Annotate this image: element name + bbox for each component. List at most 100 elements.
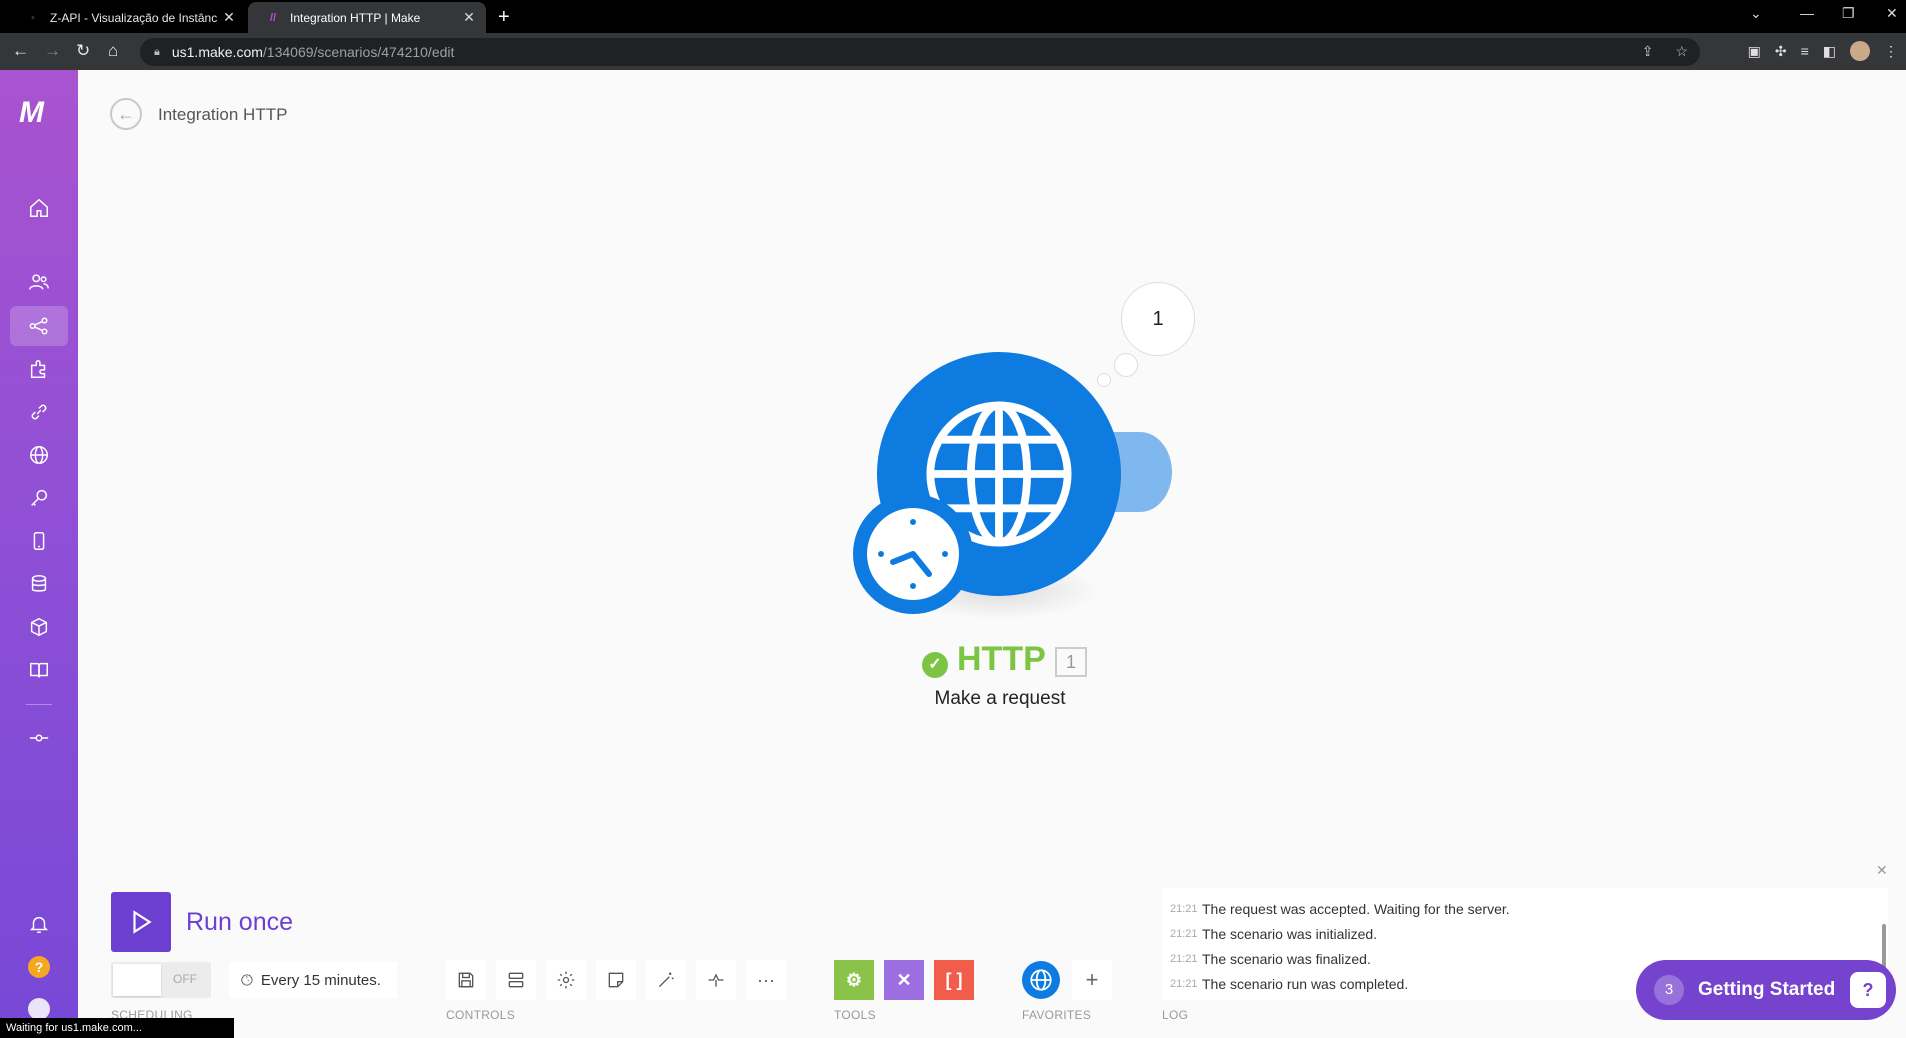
notes-button[interactable] [596,960,636,1000]
sidebar-item-devices[interactable] [10,521,68,561]
menu-kebab-icon[interactable]: ⋮ [1884,43,1898,60]
schedule-clock-icon[interactable] [853,494,973,614]
side-panel-icon[interactable]: ◧ [1823,43,1836,60]
webhooks-icon [30,446,48,464]
scenarios-icon [29,317,48,335]
log-message: The scenario run was completed. [1202,975,1409,992]
run-once-label[interactable]: Run once [186,908,293,937]
flow-control-icon [29,734,49,742]
sidebar-item-notifications[interactable] [10,904,68,944]
schedule-settings-button[interactable]: 🕓︎ Every 15 minutes. [229,962,397,998]
restore-button[interactable]: ❐ [1842,5,1855,22]
explain-flow-button[interactable] [696,960,736,1000]
new-tab-button[interactable]: + [498,6,510,29]
help-icon[interactable]: ? [28,956,50,978]
extension-icons: ▣ ✣ ≡ ◧ ⋮ [1748,41,1898,61]
sidebar-divider [26,704,52,705]
more-button[interactable]: ··· [746,960,786,1000]
scenario-settings-button[interactable] [546,960,586,1000]
schedule-label: Every 15 minutes. [260,971,381,989]
sidebar-item-home[interactable] [10,188,68,228]
magic-wand-icon [658,972,674,988]
sidebar-item-connections[interactable] [10,392,68,432]
datastores-icon [31,575,47,592]
minimize-button[interactable]: — [1800,5,1814,21]
datastructures-icon [30,617,48,637]
success-check-icon: ✓ [922,652,948,678]
make-logo[interactable]: M [19,96,59,129]
log-close-icon[interactable]: ✕ [1876,862,1888,879]
puzzle-icon[interactable]: ✣ [1775,43,1787,60]
text-parser-button[interactable]: [ ] [934,960,974,1000]
add-favorite-button[interactable]: + [1072,960,1112,1000]
tab-make[interactable]: // Integration HTTP | Make ✕ [248,2,486,33]
reload-icon[interactable]: ↻ [76,41,90,61]
sidebar-item-datastores[interactable] [10,564,68,604]
toggle-state: OFF [173,972,197,986]
clock-hands-icon [878,519,948,589]
main-sidebar: M ? [0,70,78,1038]
toggle-knob [113,964,161,996]
close-tab-icon[interactable]: ✕ [218,9,240,26]
bookmark-star-icon[interactable]: ☆ [1675,43,1688,60]
tab-search-icon[interactable]: ⌄ [1750,5,1762,22]
module-id-badge: 1 [1055,647,1087,677]
tools-button[interactable]: ⚙ [834,960,874,1000]
templates-icon [30,360,46,378]
flow-control-button[interactable]: ✕ [884,960,924,1000]
reading-list-icon[interactable]: ≡ [1801,43,1809,59]
lock-icon: 🔒︎ [154,45,160,58]
sidebar-item-webhooks[interactable] [10,435,68,475]
log-message: The request was accepted. Waiting for th… [1202,900,1510,917]
back-icon[interactable]: ← [12,41,29,61]
url-bar[interactable]: 🔒︎ us1.make.com /134069/scenarios/474210… [140,38,1700,66]
http-favorite-button[interactable] [1022,961,1060,999]
sidebar-item-datastructures[interactable] [10,607,68,647]
sidebar-item-templates[interactable] [10,349,68,389]
getting-started-button[interactable]: 3 Getting Started ? [1636,960,1896,1020]
devices-icon [33,532,45,550]
scheduling-toggle[interactable]: OFF [111,962,211,998]
module-name: HTTP [957,640,1046,678]
zapi-favicon: ▪ [31,11,35,24]
sidebar-item-keys[interactable] [10,478,68,518]
magic-wand-button[interactable] [646,960,686,1000]
clock-face [867,508,959,600]
tab-zapi[interactable]: ▪ Z-API - Visualização de Instância ✕ [8,2,246,33]
sidebar-item-flow[interactable] [10,718,68,758]
back-button[interactable]: ← [110,98,142,130]
close-window-button[interactable]: ✕ [1886,5,1898,22]
sidebar-item-docs[interactable] [10,650,68,690]
operations-count-bubble[interactable]: 1 [1121,282,1195,356]
close-tab-icon[interactable]: ✕ [458,9,480,26]
explain-flow-icon [708,973,724,987]
module-action: Make a request [934,688,1066,709]
controls-section-label: CONTROLS [446,1008,516,1022]
tools-gear-icon: ⚙ [845,969,863,990]
browser-toolbar: ← → ↻ ⌂ 🔒︎ us1.make.com /134069/scenario… [0,33,1906,70]
run-once-button[interactable] [111,892,171,952]
save-button[interactable] [446,960,486,1000]
log-entry: 21:21 The scenario was initialized. [1162,921,1888,946]
log-message: The scenario was finalized. [1202,950,1371,967]
keys-icon [31,489,48,506]
sidebar-item-scenarios[interactable] [10,306,68,346]
profile-avatar[interactable] [1850,41,1870,61]
browser-status-bar: Waiting for us1.make.com... [0,1018,234,1038]
save-icon [458,972,474,988]
clock-icon: 🕓︎ [241,971,253,989]
notes-icon [608,972,624,988]
home-browser-icon[interactable]: ⌂ [108,41,118,61]
sidebar-item-team[interactable] [10,262,68,302]
arrow-left-icon: ← [117,103,135,124]
browser-tab-bar: ▪ Z-API - Visualização de Instância ✕ //… [0,0,1906,33]
auto-align-button[interactable] [496,960,536,1000]
log-time: 21:21 [1170,952,1198,965]
docs-icon [30,662,48,678]
share-icon[interactable]: ⇪ [1642,43,1654,60]
user-avatar[interactable] [28,998,50,1020]
extension-icon[interactable]: ▣ [1748,43,1761,60]
forward-icon[interactable]: → [44,41,61,61]
log-message: The scenario was initialized. [1202,925,1378,942]
log-section-label: LOG [1162,1008,1189,1022]
